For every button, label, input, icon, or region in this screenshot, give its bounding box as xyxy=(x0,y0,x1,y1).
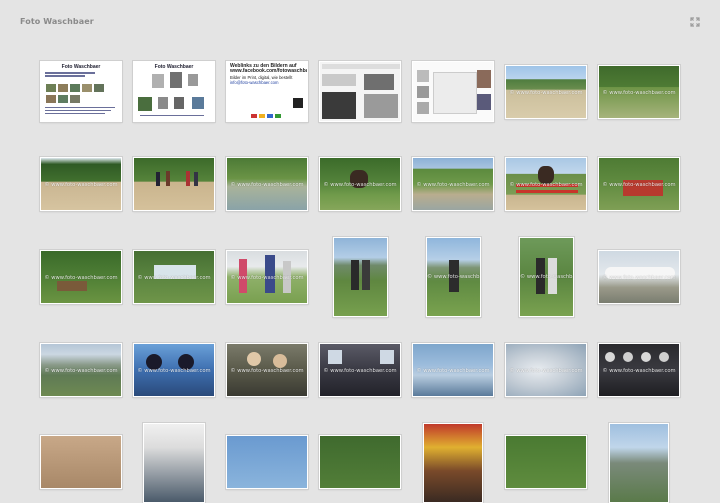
photo-image: © www.foto-waschbaer.com xyxy=(413,158,493,210)
photo-image: © www.foto-waschbaer.com xyxy=(520,238,573,316)
watermark: © www.foto-waschbaer.com xyxy=(416,367,490,374)
watermark: © www.foto-waschbaer.com xyxy=(602,89,676,96)
watermark: © www.foto-waschbaer.com xyxy=(230,181,304,188)
photo-image xyxy=(506,436,586,488)
document-preview xyxy=(320,62,400,121)
watermark: © www.foto-waschbaer.com xyxy=(520,273,573,280)
photo-thumbnail[interactable]: © www.foto-waschbaer.com xyxy=(598,250,680,304)
photo-thumbnail[interactable] xyxy=(423,423,483,503)
document-preview: Weblinks zu den Bildern auf www.facebook… xyxy=(227,62,307,121)
photo-thumbnail[interactable]: © www.foto-waschbaer.com xyxy=(412,343,494,397)
photo-thumbnail[interactable]: © www.foto-waschbaer.com xyxy=(505,65,587,119)
photo-image: © www.foto-waschbaer.com xyxy=(599,66,679,118)
photo-image: © www.foto-waschbaer.com xyxy=(320,158,400,210)
photo-image: © www.foto-waschbaer.com xyxy=(427,238,480,316)
photo-image xyxy=(144,424,204,502)
watermark: © www.foto-waschbaer.com xyxy=(323,367,397,374)
photo-thumbnail[interactable]: Foto Waschbaer xyxy=(133,61,215,122)
watermark: © www.foto-waschbaer.com xyxy=(602,367,676,374)
watermark: © www.foto-waschbaer.com xyxy=(602,181,676,188)
photo-thumbnail[interactable]: © www.foto-waschbaer.com xyxy=(226,250,308,304)
photo-thumbnail[interactable] xyxy=(133,157,215,211)
photo-thumbnail[interactable] xyxy=(319,435,401,489)
photo-image xyxy=(334,238,387,316)
document-line: info@foto-waschbaer.com xyxy=(230,79,279,85)
document-title: Foto Waschbaer xyxy=(154,64,194,70)
document-preview xyxy=(413,62,493,121)
photo-image xyxy=(41,436,121,488)
photo-thumbnail[interactable] xyxy=(319,61,401,122)
watermark: © www.foto-waschbaer.com xyxy=(44,181,118,188)
photo-thumbnail[interactable] xyxy=(226,435,308,489)
photo-image: © www.foto-waschbaer.com xyxy=(506,158,586,210)
photo-thumbnail[interactable] xyxy=(505,435,587,489)
photo-thumbnail[interactable]: © www.foto-waschbaer.com xyxy=(505,343,587,397)
photo-thumbnail[interactable]: © www.foto-waschbaer.com xyxy=(426,237,481,317)
photo-image: © www.foto-waschbaer.com xyxy=(599,251,679,303)
photo-thumbnail[interactable]: Weblinks zu den Bildern auf www.facebook… xyxy=(226,61,308,122)
photo-image: © www.foto-waschbaer.com xyxy=(41,158,121,210)
document-title: Foto Waschbaer xyxy=(61,64,101,70)
photo-image: © www.foto-waschbaer.com xyxy=(41,251,121,303)
photo-thumbnail[interactable]: © www.foto-waschbaer.com xyxy=(40,250,122,304)
photo-image xyxy=(134,158,214,210)
photo-thumbnail[interactable]: Foto Waschbaer xyxy=(40,61,122,122)
photo-image xyxy=(320,436,400,488)
photo-thumbnail[interactable]: © www.foto-waschbaer.com xyxy=(505,157,587,211)
watermark: © www.foto-waschbaer.com xyxy=(44,367,118,374)
photo-thumbnail[interactable] xyxy=(333,237,388,317)
photo-image: © www.foto-waschbaer.com xyxy=(227,158,307,210)
watermark: © www.foto-waschbaer.com xyxy=(602,274,676,281)
photo-thumbnail[interactable]: © www.foto-waschbaer.com xyxy=(133,250,215,304)
photo-thumbnail[interactable]: © www.foto-waschbaer.com xyxy=(598,65,680,119)
photo-image: © www.foto-waschbaer.com xyxy=(320,344,400,396)
watermark: © www.foto-waschbaer.com xyxy=(509,89,583,96)
photo-image: © www.foto-waschbaer.com xyxy=(134,344,214,396)
photo-thumbnail[interactable]: © www.foto-waschbaer.com xyxy=(133,343,215,397)
document-preview: Foto Waschbaer xyxy=(41,62,121,121)
photo-thumbnail[interactable]: © www.foto-waschbaer.com xyxy=(412,157,494,211)
watermark: © www.foto-waschbaer.com xyxy=(137,367,211,374)
photo-thumbnail[interactable]: © www.foto-waschbaer.com xyxy=(519,237,574,317)
photo-thumbnail[interactable]: © www.foto-waschbaer.com xyxy=(40,343,122,397)
watermark: © www.foto-waschbaer.com xyxy=(427,273,480,280)
watermark: © www.foto-waschbaer.com xyxy=(137,274,211,281)
photo-thumbnail[interactable]: © www.foto-waschbaer.com xyxy=(319,157,401,211)
photo-image: © www.foto-waschbaer.com xyxy=(599,344,679,396)
photo-thumbnail[interactable]: © www.foto-waschbaer.com xyxy=(226,343,308,397)
photo-thumbnail[interactable] xyxy=(143,423,205,503)
document-line: www.facebook.com/fotowaschbaer xyxy=(230,68,307,75)
photo-thumbnail[interactable]: © www.foto-waschbaer.com xyxy=(226,157,308,211)
photo-image: © www.foto-waschbaer.com xyxy=(506,66,586,118)
watermark: © www.foto-waschbaer.com xyxy=(323,181,397,188)
photo-image: © www.foto-waschbaer.com xyxy=(134,251,214,303)
watermark: © www.foto-waschbaer.com xyxy=(509,181,583,188)
photo-thumbnail[interactable] xyxy=(40,435,122,489)
photo-image: © www.foto-waschbaer.com xyxy=(227,344,307,396)
photo-image: © www.foto-waschbaer.com xyxy=(41,344,121,396)
photo-image: © www.foto-waschbaer.com xyxy=(413,344,493,396)
photo-image xyxy=(227,436,307,488)
photo-thumbnail[interactable]: © www.foto-waschbaer.com xyxy=(319,343,401,397)
photo-image: © www.foto-waschbaer.com xyxy=(506,344,586,396)
photo-image: © www.foto-waschbaer.com xyxy=(599,158,679,210)
photo-thumbnail[interactable]: © www.foto-waschbaer.com xyxy=(598,343,680,397)
watermark: © www.foto-waschbaer.com xyxy=(509,367,583,374)
photo-thumbnail[interactable] xyxy=(609,423,669,503)
photo-thumbnail[interactable] xyxy=(412,61,494,122)
watermark: © www.foto-waschbaer.com xyxy=(230,367,304,374)
watermark: © www.foto-waschbaer.com xyxy=(44,274,118,281)
photo-image xyxy=(424,424,482,502)
photo-thumbnail[interactable]: © www.foto-waschbaer.com xyxy=(40,157,122,211)
photo-image: © www.foto-waschbaer.com xyxy=(227,251,307,303)
watermark: © www.foto-waschbaer.com xyxy=(416,181,490,188)
photo-grid: Foto Waschbaer Foto Waschbaer Weblinks z… xyxy=(0,0,720,503)
photo-image xyxy=(610,424,668,502)
photo-thumbnail[interactable]: © www.foto-waschbaer.com xyxy=(598,157,680,211)
document-preview: Foto Waschbaer xyxy=(134,62,214,121)
watermark: © www.foto-waschbaer.com xyxy=(230,274,304,281)
